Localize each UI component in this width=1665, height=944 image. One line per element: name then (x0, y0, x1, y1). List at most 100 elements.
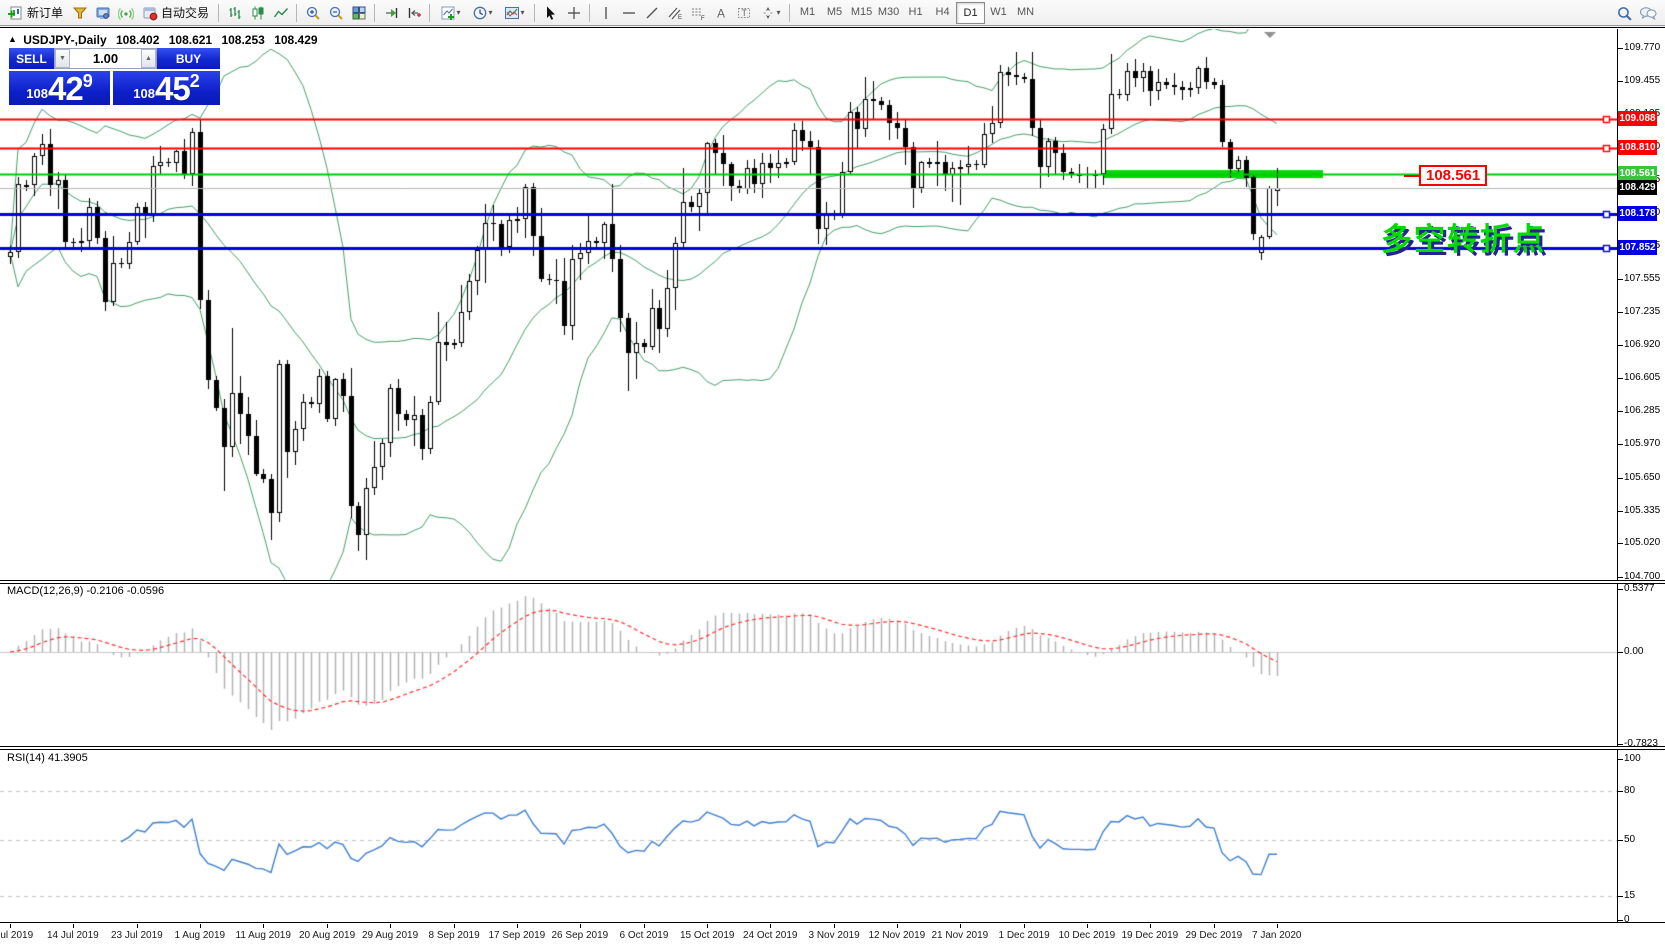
text-icon: A (713, 5, 729, 21)
arrows-icon (760, 5, 776, 21)
template-button[interactable]: ▾ (498, 2, 530, 24)
horizontal-line-tool-button[interactable] (617, 2, 640, 24)
svg-text:F: F (701, 16, 705, 21)
date-tick-label: 8 Sep 2019 (429, 930, 480, 941)
symbol-search-button[interactable] (1613, 2, 1636, 24)
sell-button[interactable]: SELL (9, 48, 54, 69)
chart-shift-icon (406, 5, 422, 21)
price-level-label: 108.429 (1618, 180, 1657, 195)
new-order-label: 新订单 (27, 4, 63, 21)
fibonacci-tool-button[interactable]: F (686, 2, 709, 24)
text-label-tool-button[interactable]: T (732, 2, 755, 24)
price-level-flag[interactable]: 108.561 (1419, 165, 1487, 186)
date-tick (454, 924, 455, 928)
zoom-out-button[interactable] (324, 2, 347, 24)
macd-panel-separator[interactable] (0, 580, 1665, 584)
vertical-line-icon (598, 5, 614, 21)
auto-trading-button[interactable]: 自动交易 (137, 2, 214, 24)
vertical-line-tool-button[interactable] (594, 2, 617, 24)
rsi-panel-separator[interactable] (0, 746, 1665, 750)
rsi-axis-label: 100 (1624, 753, 1641, 765)
date-tick (390, 924, 391, 928)
price-level-label: 108.810 (1618, 140, 1657, 155)
toolbar-separator (589, 4, 590, 22)
timeframe-m15[interactable]: M15 (848, 2, 875, 22)
crosshair-tool-button[interactable] (562, 2, 585, 24)
date-tick-label: 3 Nov 2019 (809, 930, 860, 941)
price-tick (1618, 577, 1623, 578)
date-tick (137, 924, 138, 928)
date-tick (263, 924, 264, 928)
date-tick-label: 21 Nov 2019 (932, 930, 989, 941)
timeframe-d1[interactable]: D1 (956, 2, 985, 24)
line-chart-button[interactable] (269, 2, 292, 24)
buy-price[interactable]: 108 45 2 (113, 71, 220, 105)
trendline-icon (644, 5, 660, 21)
sell-price-point: 9 (83, 71, 93, 92)
svg-text:A: A (717, 6, 725, 20)
volume-increase-button[interactable]: ▲ (141, 49, 156, 68)
volume-stepper: ▼ 1.00 ▲ (54, 48, 157, 69)
timeframe-m1[interactable]: M1 (794, 2, 821, 22)
price-axis-line (1617, 29, 1618, 922)
rsi-axis-tick (1618, 791, 1623, 792)
arrows-tool-button[interactable]: ▾ (755, 2, 785, 24)
pivot-annotation-text[interactable]: 多空转折点 (1381, 214, 1546, 259)
zoom-in-button[interactable] (301, 2, 324, 24)
candlestick-chart-button[interactable] (246, 2, 269, 24)
rsi-axis-tick (1618, 840, 1623, 841)
timeframe-m30[interactable]: M30 (875, 2, 902, 22)
chat-button[interactable] (1636, 2, 1659, 24)
date-tick-label: 15 Oct 2019 (680, 930, 734, 941)
bar-chart-button[interactable] (223, 2, 246, 24)
macd-axis-label: 0.5377 (1624, 583, 1655, 595)
auto-trading-label: 自动交易 (161, 4, 209, 21)
price-tick-label: 107.555 (1624, 273, 1660, 285)
timeframe-mn[interactable]: MN (1012, 2, 1039, 22)
chart-shift-button[interactable] (402, 2, 425, 24)
timeframe-h1[interactable]: H1 (902, 2, 929, 22)
volume-decrease-button[interactable]: ▼ (55, 49, 70, 68)
rsi-axis-label: 80 (1624, 785, 1635, 797)
market-watch-button[interactable] (68, 2, 91, 24)
date-axis-line (0, 922, 1665, 923)
auto-scroll-button[interactable] (379, 2, 402, 24)
new-order-button[interactable]: 新订单 (3, 2, 68, 24)
date-tick-label: 11 Aug 2019 (236, 930, 291, 941)
cursor-tool-button[interactable] (539, 2, 562, 24)
periods-button[interactable]: ▾ (466, 2, 498, 24)
volume-input[interactable]: 1.00 (70, 49, 141, 68)
date-tick-label: 4 Jul 2019 (0, 930, 33, 941)
tile-windows-button[interactable] (347, 2, 370, 24)
timeframe-w1[interactable]: W1 (985, 2, 1012, 22)
terminal-button[interactable] (91, 2, 114, 24)
symbol-period-label: USDJPY-,Daily (23, 33, 106, 47)
toolbar-separator (374, 4, 375, 22)
collapse-arrow-icon[interactable]: ▲ (8, 34, 17, 44)
date-tick (1150, 924, 1151, 928)
sell-price-figure: 108 (26, 86, 48, 101)
date-tick-label: 12 Nov 2019 (869, 930, 926, 941)
chart-canvas[interactable] (0, 29, 1617, 923)
date-tick-label: 29 Dec 2019 (1186, 930, 1243, 941)
date-tick-label: 14 Jul 2019 (47, 930, 99, 941)
date-tick (1214, 924, 1215, 928)
channel-tool-button[interactable]: E (663, 2, 686, 24)
timeframe-m5[interactable]: M5 (821, 2, 848, 22)
price-tick (1618, 478, 1623, 479)
new-order-icon (8, 5, 24, 21)
buy-button[interactable]: BUY (157, 48, 220, 69)
signal-button[interactable] (114, 2, 137, 24)
trendline-tool-button[interactable] (640, 2, 663, 24)
sell-price[interactable]: 108 42 9 (9, 71, 110, 105)
price-tick-label: 106.920 (1624, 339, 1660, 351)
timeframe-h4[interactable]: H4 (929, 2, 956, 22)
close-value: 108.429 (274, 33, 317, 47)
date-tick (1277, 924, 1278, 928)
bar-chart-icon (227, 5, 243, 21)
add-indicator-button[interactable]: ▾ (434, 2, 466, 24)
text-tool-button[interactable]: A (709, 2, 732, 24)
price-tick (1618, 81, 1623, 82)
macd-axis-tick (1618, 744, 1623, 745)
date-tick-label: 23 Jul 2019 (111, 930, 163, 941)
